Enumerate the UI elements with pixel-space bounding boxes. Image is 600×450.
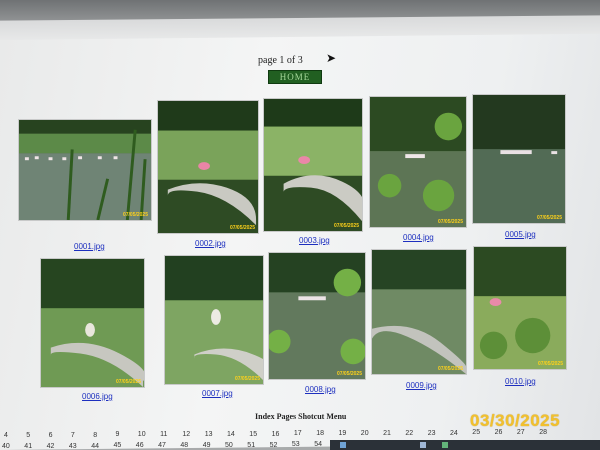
shortcut-page-link[interactable]: 6 [49,432,53,439]
photo-lake-birds [19,120,151,220]
shortcut-page-link[interactable]: 41 [24,443,32,450]
photo-date: 07/05/2025 [122,212,148,218]
thumbnail-0010[interactable]: 07/05/2025 [473,246,567,370]
shortcut-page-link[interactable]: 17 [294,430,302,437]
photo-spoonbill-foliage [474,247,566,369]
thumbnail-0004[interactable]: 07/05/2025 [369,96,467,228]
shortcut-page-link[interactable]: 49 [203,442,211,449]
shortcut-page-link[interactable]: 4 [4,432,8,439]
shortcut-page-link[interactable]: 19 [339,430,347,437]
shortcut-page-link[interactable]: 20 [361,430,369,437]
shortcut-row-1: 4 5 6 7 8 9 10 11 12 13 14 15 16 17 18 19 20 21 22 23 24 25 26… [0,429,600,440]
home-button[interactable]: HOME [268,70,322,84]
page-indicator: page 1 of 3 [258,55,303,66]
shortcut-page-link[interactable]: 14 [227,431,235,438]
shortcut-page-link[interactable]: 7 [71,432,75,439]
thumbnail-link-0002[interactable]: 0002.jpg [195,239,226,248]
photo-date: 07/05/2025 [333,223,359,229]
shortcut-page-link[interactable]: 11 [160,431,167,438]
shortcut-page-link[interactable]: 12 [182,431,190,438]
thumbnail-0001[interactable]: 07/05/2025 [18,119,152,221]
photo-date: 07/05/2025 [437,219,463,225]
photo-date: 07/05/2025 [336,371,362,377]
photo-date: 07/05/2025 [437,366,463,372]
shortcut-page-link[interactable]: 15 [249,431,257,438]
thumbnail-0003[interactable]: 07/05/2025 [263,98,363,232]
shortcut-page-link[interactable]: 8 [93,432,97,439]
shortcut-page-link[interactable]: 42 [47,443,55,450]
thumbnail-link-0001[interactable]: 0001.jpg [74,242,105,251]
shortcut-page-link[interactable]: 13 [205,431,213,438]
thumbnail-0009[interactable]: 07/05/2025 [371,249,467,375]
photo-egret-branch [165,256,263,384]
shortcut-page-link[interactable]: 46 [136,442,144,449]
shortcut-menu-title: Index Pages Shotcut Menu [255,412,347,421]
shortcut-page-link[interactable]: 52 [270,442,278,449]
shortcut-page-link[interactable]: 48 [180,442,188,449]
thumbnail-link-0010[interactable]: 0010.jpg [505,377,536,386]
photo-date-stamp: 03/30/2025 [470,411,561,430]
photo-lake-foliage [370,97,466,227]
thumbnail-link-0008[interactable]: 0008.jpg [305,385,336,394]
shortcut-page-link[interactable]: 16 [272,431,280,438]
shortcut-page-link[interactable]: 50 [225,442,233,449]
thumbnail-0005[interactable]: 07/05/2025 [472,94,566,224]
shortcut-page-link[interactable]: 24 [450,430,458,437]
thumbnail-link-0004[interactable]: 0004.jpg [403,233,434,242]
photo-lake-leaves [269,253,365,379]
shortcut-page-link[interactable]: 40 [2,443,10,450]
thumbnail-link-0003[interactable]: 0003.jpg [299,236,330,245]
shortcut-page-link[interactable]: 10 [138,431,146,438]
shortcut-page-link[interactable]: 23 [428,430,436,437]
shortcut-page-link[interactable]: 18 [316,430,324,437]
photo-date: 07/05/2025 [537,361,563,367]
shortcut-page-link[interactable]: 51 [247,442,255,449]
photo-spoonbill-branch [158,101,258,233]
photo-branch-lake [372,250,466,374]
start-icon[interactable] [420,442,426,448]
taskbar [330,440,600,450]
shortcut-page-link[interactable]: 21 [383,430,391,437]
photo-date: 07/05/2025 [229,225,255,231]
thumbnail-link-0007[interactable]: 0007.jpg [202,389,233,398]
shortcut-page-link[interactable]: 22 [405,430,413,437]
photo-date: 07/05/2025 [536,215,562,221]
thumbnail-link-0005[interactable]: 0005.jpg [505,230,536,239]
search-icon[interactable] [340,442,346,448]
app-icon[interactable] [442,442,448,448]
shortcut-page-link[interactable]: 43 [69,443,77,450]
photo-date: 07/05/2025 [234,376,260,382]
thumbnail-link-0006[interactable]: 0006.jpg [82,392,113,401]
shortcut-page-link[interactable]: 45 [114,442,122,449]
shortcut-page-link[interactable]: 47 [158,442,166,449]
photo-spoonbill-branch [264,99,362,231]
thumbnail-0006[interactable]: 07/05/2025 [40,258,145,388]
shortcut-page-link[interactable]: 53 [292,441,300,448]
right-arrow-icon[interactable]: ➤ [326,52,338,64]
thumbnail-0008[interactable]: 07/05/2025 [268,252,366,380]
thumbnail-link-0009[interactable]: 0009.jpg [406,381,437,390]
photo-lake-flock [473,95,565,223]
shortcut-page-link[interactable]: 44 [91,443,99,450]
shortcut-page-link[interactable]: 9 [116,431,120,438]
photo-date: 07/05/2025 [115,379,141,385]
thumbnail-0002[interactable]: 07/05/2025 [157,100,259,234]
shortcut-page-link[interactable]: 5 [26,432,30,439]
shortcut-page-link[interactable]: 54 [314,441,322,448]
photo-egret-branch [41,259,144,387]
thumbnail-0007[interactable]: 07/05/2025 [164,255,264,385]
